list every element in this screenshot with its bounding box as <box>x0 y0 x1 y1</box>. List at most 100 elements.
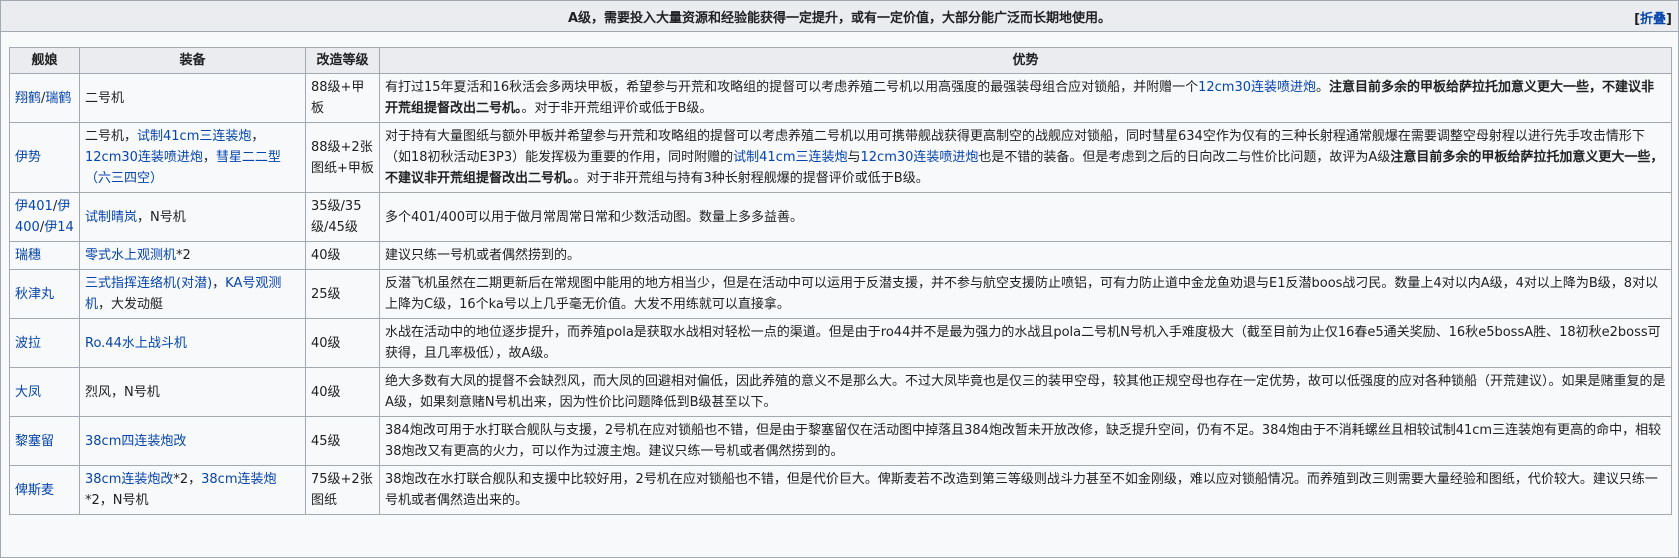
cell-ship: 大凤 <box>9 367 80 417</box>
text-segment: 。 <box>1316 80 1330 95</box>
text-segment: 建议只练一号机或者偶然捞到的。 <box>385 248 581 263</box>
cell-equipment: 烈风，N号机 <box>79 367 306 417</box>
cell-ship: 黎塞留 <box>9 416 80 466</box>
table-row: 伊401/伊400/伊14 试制晴岚，N号机 35级/35级/45级 多个401/40… <box>9 192 1672 242</box>
cell-advantage: 绝大多数有大凤的提督不会缺烈风，而大凤的回避相对偏低，因此养殖的意义不是那么大。… <box>379 367 1672 417</box>
text-segment: 二号机， <box>85 129 138 144</box>
wiki-link[interactable]: 瑞鹤 <box>45 91 71 106</box>
table-row: 俾斯麦 38cm连装炮改*2，38cm连装炮 *2，N号机 75级+2张图纸 38炮改在… <box>9 465 1672 515</box>
wiki-link[interactable]: 瑞穗 <box>15 248 41 263</box>
cell-level: 40级 <box>305 367 380 417</box>
header-ship: 舰娘 <box>9 47 80 74</box>
cell-equipment: 38cm连装炮改*2，38cm连装炮 *2，N号机 <box>79 465 306 515</box>
text-segment: 水战在活动中的地位逐步提升，而养殖pola是获取水战相对轻松一点的渠道。但是由于… <box>385 325 1661 361</box>
wiki-link[interactable]: 38cm连装炮 <box>201 472 276 487</box>
cell-ship: 翔鹤/瑞鹤 <box>9 73 80 123</box>
wiki-link[interactable]: 伊401 <box>15 199 53 214</box>
wiki-link[interactable]: 试制41cm三连装炮 <box>733 150 847 165</box>
text-segment: 多个401/400可以用于做月常周常日常和少数活动图。数量上多多益善。 <box>385 209 804 225</box>
text-segment: *2 <box>176 248 191 263</box>
text-segment: 烈风，N号机 <box>85 384 160 400</box>
cell-level: 75级+2张图纸 <box>305 465 380 515</box>
text-segment: 。对于非开荒组与持有3种长射程舰爆的提督评价或低于B级。 <box>573 171 929 186</box>
wiki-link[interactable]: 伊14 <box>44 220 74 235</box>
text-segment: *2， <box>173 472 202 487</box>
cell-level: 40级 <box>305 241 380 270</box>
wiki-link[interactable]: 零式水上观测机 <box>85 248 176 263</box>
cell-ship: 俾斯麦 <box>9 465 80 515</box>
cell-level: 88级+2张图纸+甲板 <box>305 122 380 193</box>
cell-advantage: 384炮改可用于水打联合舰队与支援，2号机在应对锁船也不错，但是由于黎塞留仅在活… <box>379 416 1672 466</box>
cell-level: 88级+甲板 <box>305 73 380 123</box>
header-equipment: 装备 <box>79 47 306 74</box>
table-row: 大凤 烈风，N号机 40级 绝大多数有大凤的提督不会缺烈风，而大凤的回避相对偏低，因此… <box>9 367 1672 417</box>
text-segment: 反潜飞机虽然在二期更新后在常规图中能用的地方相当少，但是在活动中可以运用于反潜支… <box>385 276 1659 312</box>
wiki-link[interactable]: 12cm30连装喷进炮 <box>861 150 979 165</box>
text-segment: *2，N号机 <box>85 493 149 508</box>
text-segment: 也是不错的装备。但是考虑到之后的日向改二与性价比问题，故评为A级 <box>978 150 1391 165</box>
wiki-link[interactable]: 试制晴岚 <box>85 210 137 225</box>
cell-ship: 伊401/伊400/伊14 <box>9 192 80 242</box>
cell-level: 45级 <box>305 416 380 466</box>
cell-level: 40级 <box>305 318 380 368</box>
wiki-link[interactable]: 38cm连装炮改 <box>85 472 173 487</box>
wiki-link[interactable]: 三式指挥连络机(对潜) <box>85 276 212 291</box>
text-segment: ， <box>212 276 226 291</box>
cell-equipment: 二号机，试制41cm三连装炮，12cm30连装喷进炮，彗星二二型（六三四空） <box>79 122 306 193</box>
cell-ship: 瑞穗 <box>9 241 80 270</box>
table-row: 波拉 Ro.44水上战斗机 40级 水战在活动中的地位逐步提升，而养殖pola是获取水… <box>9 318 1672 368</box>
cell-advantage: 反潜飞机虽然在二期更新后在常规图中能用的地方相当少，但是在活动中可以运用于反潜支… <box>379 269 1672 319</box>
wiki-link[interactable]: 俾斯麦 <box>15 483 54 498</box>
table-row: 黎塞留 38cm四连装炮改 45级 384炮改可用于水打联合舰队与支援，2号机在应对锁… <box>9 416 1672 466</box>
cell-advantage: 38炮改在水打联合舰队和支援中比较好用，2号机在应对锁船也不错，但是代价巨大。俾… <box>379 465 1672 515</box>
caption-title: A级，需要投入大量资源和经验能获得一定提升，或有一定价值，大部分能广泛而长期地使… <box>567 10 1112 26</box>
header-row: 舰娘 装备 改造等级 优势 <box>9 47 1672 74</box>
wiki-link[interactable]: 黎塞留 <box>15 434 54 449</box>
wiki-link[interactable]: Ro.44水上战斗机 <box>85 336 187 351</box>
text-segment: 384炮改可用于水打联合舰队与支援，2号机在应对锁船也不错，但是由于黎塞留仅在活… <box>385 423 1662 459</box>
cell-advantage: 多个401/400可以用于做月常周常日常和少数活动图。数量上多多益善。 <box>379 192 1672 242</box>
cell-advantage: 对于持有大量图纸与额外甲板并希望参与开荒和攻略组的提督可以考虑养殖二号机以用可携… <box>379 122 1672 193</box>
header-level: 改造等级 <box>305 47 380 74</box>
cell-equipment: 38cm四连装炮改 <box>79 416 306 466</box>
cell-equipment: Ro.44水上战斗机 <box>79 318 306 368</box>
wiki-link[interactable]: 12cm30连装喷进炮 <box>1198 80 1316 95</box>
table-row: 秋津丸 三式指挥连络机(对潜)，KA号观测机，大发动艇 25级 反潜飞机虽然在二期更新… <box>9 269 1672 319</box>
wiki-link[interactable]: 翔鹤 <box>15 91 41 106</box>
table-body: 翔鹤/瑞鹤 二号机 88级+甲板 有打过15年夏活和16秋活会多两块甲板，希望参与开荒… <box>9 73 1672 515</box>
wiki-link[interactable]: 38cm四连装炮改 <box>85 434 186 449</box>
text-segment: ，大发动艇 <box>98 297 164 312</box>
text-segment: 二号机 <box>85 90 125 106</box>
wiki-link[interactable]: 试制41cm三连装炮 <box>137 129 251 144</box>
cell-equipment: 三式指挥连络机(对潜)，KA号观测机，大发动艇 <box>79 269 306 319</box>
cell-equipment: 二号机 <box>79 73 306 123</box>
text-segment: 有打过15年夏活和16秋活会多两块甲板，希望参与开荒和攻略组的提督可以考虑养殖二… <box>385 80 1199 95</box>
wiki-link[interactable]: 12cm30连装喷进炮 <box>85 150 203 165</box>
cell-advantage: 建议只练一号机或者偶然捞到的。 <box>379 241 1672 270</box>
cell-level: 25级 <box>305 269 380 319</box>
text-segment: 38炮改在水打联合舰队和支援中比较好用，2号机在应对锁船也不错，但是代价巨大。俾… <box>385 472 1658 508</box>
table-row: 翔鹤/瑞鹤 二号机 88级+甲板 有打过15年夏活和16秋活会多两块甲板，希望参与开荒… <box>9 73 1672 123</box>
cell-equipment: 零式水上观测机*2 <box>79 241 306 270</box>
text-segment: 与 <box>847 150 861 165</box>
cell-ship: 波拉 <box>9 318 80 368</box>
equipment-table: 舰娘 装备 改造等级 优势 翔鹤/瑞鹤 二号机 88级+甲板 有打过15年夏活和16秋… <box>9 47 1672 515</box>
text-segment: ， <box>202 150 216 165</box>
text-segment: ，N号机 <box>137 209 186 225</box>
wiki-link[interactable]: 波拉 <box>15 336 41 351</box>
text-segment: 。对于非开荒组评价或低于B级。 <box>521 101 713 116</box>
table-row: 伊势 二号机，试制41cm三连装炮，12cm30连装喷进炮，彗星二二型（六三四空）… <box>9 122 1672 193</box>
table-row: 瑞穗 零式水上观测机*2 40级 建议只练一号机或者偶然捞到的。 <box>9 241 1672 270</box>
cell-equipment: 试制晴岚，N号机 <box>79 192 306 242</box>
cell-ship: 秋津丸 <box>9 269 80 319</box>
wiki-link[interactable]: 秋津丸 <box>15 287 54 302</box>
wiki-link[interactable]: 伊势 <box>15 150 41 165</box>
cell-advantage: 水战在活动中的地位逐步提升，而养殖pola是获取水战相对轻松一点的渠道。但是由于… <box>379 318 1672 368</box>
collapse-toggle: [折叠] <box>1634 12 1672 27</box>
cell-level: 35级/35级/45级 <box>305 192 380 242</box>
navbox-frame: A级，需要投入大量资源和经验能获得一定提升，或有一定价值，大部分能广泛而长期地使… <box>0 0 1679 558</box>
wiki-link[interactable]: 大凤 <box>15 385 41 400</box>
collapse-link[interactable]: 折叠 <box>1640 12 1666 27</box>
text-segment: 绝大多数有大凤的提督不会缺烈风，而大凤的回避相对偏低，因此养殖的意义不是那么大。… <box>385 374 1666 410</box>
navbox-caption: A级，需要投入大量资源和经验能获得一定提升，或有一定价值，大部分能广泛而长期地使… <box>1 1 1678 32</box>
